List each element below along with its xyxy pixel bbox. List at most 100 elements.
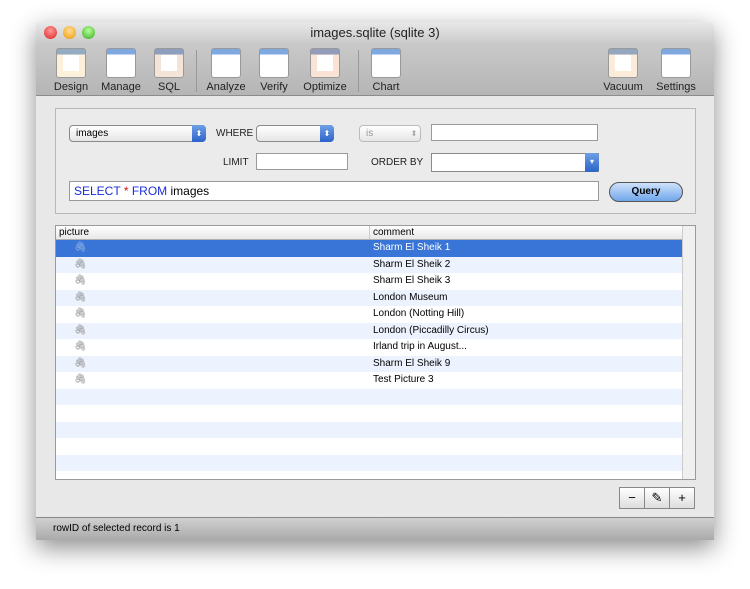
comment-cell: London Museum [373,291,448,303]
orderby-label: ORDER BY [371,157,424,168]
table-row[interactable]: 🖇 London (Piccadilly Circus) [56,322,695,339]
table-row[interactable]: 🖇 London (Notting Hill) [56,306,695,323]
toolbar: Design Manage SQL Analyze Verify Optimize Char… [36,44,714,96]
paperclip-icon: 🖇 [74,374,87,385]
traffic-light-icon [106,48,136,78]
where-label: WHERE [216,128,254,139]
comment-cell: Test Picture 3 [373,374,434,385]
toolbar-label: Analyze [206,81,246,93]
operator-select[interactable]: is ⬍ [359,125,421,142]
app-window: images.sqlite (sqlite 3) Design Manage SQL… [36,22,714,540]
comment-cell: Sharm El Sheik 2 [373,258,451,270]
table-row[interactable] [56,405,695,422]
toolbar-button-manage[interactable]: Manage [96,46,146,93]
paperclip-icon: 🖇 [74,258,87,270]
toolbar-button-verify[interactable]: Verify [249,46,299,93]
paperclip-icon: 🖇 [74,308,87,319]
window-title: images.sqlite (sqlite 3) [310,25,440,40]
close-button[interactable] [44,26,57,39]
remove-record-button[interactable]: − [619,487,645,509]
limit-input[interactable] [256,153,348,170]
edit-record-button[interactable]: ✎ [644,487,670,509]
toolbar-label: SQL [157,81,180,93]
toolbar-label: Verify [260,81,288,93]
sql-query-input[interactable]: SELECT * FROM images [69,181,599,201]
select-arrows-icon: ⬍ [410,129,418,138]
table-row[interactable]: 🖇 London Museum [56,289,695,306]
select-arrows-icon: ⬍ [192,125,206,142]
table-row[interactable]: 🖇 Test Picture 3 [56,372,695,389]
toolbar-label: Manage [101,81,141,93]
magnifier-icon [211,48,241,78]
toolbar-separator [196,50,197,92]
switch-icon [661,48,691,78]
select-arrows-icon: ⬍ [320,125,334,142]
where-value-input[interactable] [431,124,598,141]
add-record-button[interactable]: + [669,487,695,509]
sql-star: * [123,184,129,198]
toolbar-button-optimize[interactable]: Optimize [300,46,350,93]
table-row[interactable] [56,454,695,471]
sql-keyword: SELECT [74,184,121,198]
comment-cell: London (Notting Hill) [373,308,465,319]
comment-cell: Sharm El Sheik 3 [373,275,451,286]
table-select-value: images [76,128,109,139]
toolbar-label: Design [53,81,89,93]
limit-label: LIMIT [223,157,249,168]
table-select[interactable]: images ⬍ [69,125,206,142]
toolbar-label: Chart [372,81,400,93]
glasses-icon [154,48,184,78]
column-header-picture[interactable]: picture [56,226,370,239]
pie-chart-icon [371,48,401,78]
table-row[interactable] [56,421,695,438]
paperclip-icon: 🖇 [74,341,87,352]
column-header-comment[interactable]: comment [370,226,414,239]
bell-jar-icon [608,48,638,78]
orderby-combo[interactable]: ▾ [431,153,599,172]
comment-cell: Sharm El Sheik 9 [373,357,451,369]
record-buttons: − ✎ + [619,487,695,509]
paperclip-icon: 🖇 [74,275,87,286]
sql-table: images [170,184,210,198]
paperclip-icon: 🖇 [74,291,87,303]
dropdown-arrow-icon[interactable]: ▾ [585,153,599,172]
table-header: picture comment [56,226,695,240]
paperclip-icon: 🖇 [74,242,87,253]
table-row[interactable] [56,438,695,455]
toolbar-button-analyze[interactable]: Analyze [201,46,251,93]
zoom-button[interactable] [82,26,95,39]
query-button[interactable]: Query [609,182,683,202]
vertical-scrollbar[interactable] [682,226,695,479]
where-field-select[interactable]: ⬍ [256,125,334,142]
table-row[interactable]: 🖇 Sharm El Sheik 3 [56,273,695,290]
toolbar-button-settings[interactable]: Settings [651,46,701,93]
toolbar-label: Vacuum [603,81,643,93]
stethoscope-icon [259,48,289,78]
wrench-icon [310,48,340,78]
comment-cell: London (Piccadilly Circus) [373,324,489,336]
minimize-button[interactable] [63,26,76,39]
status-bar: rowID of selected record is 1 [36,517,714,540]
records-table: picture comment 🖇 Sharm El Sheik 1 🖇 Sharm … [55,225,696,480]
toolbar-button-vacuum[interactable]: Vacuum [598,46,648,93]
filter-panel: images ⬍ WHERE ⬍ is ⬍ LIMIT ORDER BY ▾ SEL… [55,108,696,214]
title-bar: images.sqlite (sqlite 3) [36,22,714,44]
table-row[interactable]: 🖇 Irland trip in August... [56,339,695,356]
table-row[interactable]: 🖇 Sharm El Sheik 9 [56,355,695,372]
comment-cell: Irland trip in August... [373,341,467,352]
toolbar-label: Settings [656,81,696,93]
comment-cell: Sharm El Sheik 1 [373,242,451,253]
sql-keyword: FROM [131,184,168,198]
toolbar-separator [358,50,359,92]
operator-value: is [366,128,374,139]
toolbar-button-sql[interactable]: SQL [144,46,194,93]
paperclip-icon: 🖇 [74,357,87,369]
table-row[interactable] [56,388,695,405]
pencil-icon [56,48,86,78]
paperclip-icon: 🖇 [74,324,87,336]
toolbar-button-design[interactable]: Design [46,46,96,93]
table-row[interactable]: 🖇 Sharm El Sheik 1 [56,240,695,257]
table-row[interactable]: 🖇 Sharm El Sheik 2 [56,256,695,273]
toolbar-button-chart[interactable]: Chart [361,46,411,93]
toolbar-label: Optimize [303,81,347,93]
